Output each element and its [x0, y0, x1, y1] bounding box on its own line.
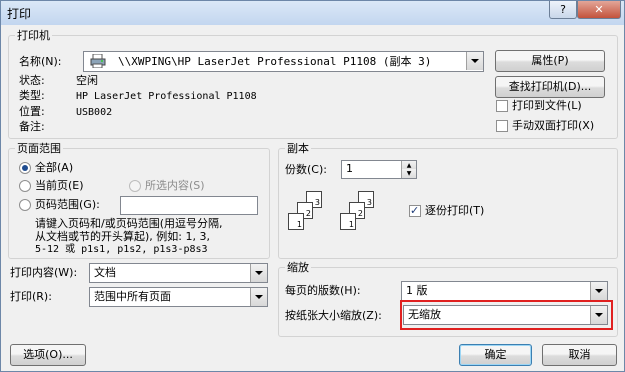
- print-dialog: 打印 ? ✕ 打印机 名称(N): \\XWPING\HP LaserJet P…: [0, 0, 625, 372]
- pages-per-sheet-value: 1 版: [406, 284, 428, 297]
- pages-per-sheet-dropdown-arrow[interactable]: [590, 282, 607, 300]
- range-all-label[interactable]: 全部(A): [35, 161, 73, 175]
- scale-to-paper-label: 按纸张大小缩放(Z):: [285, 309, 382, 322]
- stack-b-page-1: 1: [340, 213, 356, 230]
- pages-per-sheet-select[interactable]: 1 版: [401, 281, 608, 301]
- pages-per-sheet-label: 每页的版数(H):: [285, 284, 361, 297]
- print-range-select[interactable]: 范围中所有页面: [89, 287, 268, 307]
- printer-name-select[interactable]: \\XWPING\HP LaserJet Professional P1108 …: [83, 51, 484, 72]
- range-current-label[interactable]: 当前页(E): [35, 179, 84, 193]
- print-range-dropdown-arrow[interactable]: [250, 288, 267, 306]
- print-what-label: 打印内容(W):: [10, 266, 78, 279]
- range-pages-label[interactable]: 页码范围(G):: [35, 198, 100, 212]
- print-to-file-label[interactable]: 打印到文件(L): [512, 99, 582, 113]
- location-label: 位置:: [19, 105, 45, 118]
- type-value: HP LaserJet Professional P1108: [76, 91, 257, 102]
- highlight-box: [400, 300, 613, 330]
- print-what-value: 文档: [94, 266, 116, 279]
- printer-group-label: 打印机: [15, 29, 52, 42]
- range-all-radio[interactable]: [19, 162, 31, 174]
- status-value: 空闲: [76, 74, 98, 87]
- stack-a-page-1: 1: [288, 213, 304, 230]
- page-range-help-line-1: 请键入页码和/或页码范围(用逗号分隔,: [35, 217, 223, 230]
- print-to-file-checkbox[interactable]: [496, 100, 508, 112]
- options-button[interactable]: 选项(O)...: [10, 344, 86, 366]
- page-range-help-line-3: 5-12 或 p1s1, p1s2, p1s3-p8s3: [35, 244, 208, 255]
- page-range-group-label: 页面范围: [15, 142, 63, 155]
- print-range-label: 打印(R):: [10, 290, 52, 303]
- spinner-down-icon[interactable]: ▼: [401, 169, 416, 178]
- help-button[interactable]: ?: [549, 1, 577, 19]
- close-button[interactable]: ✕: [577, 1, 621, 19]
- cancel-button[interactable]: 取消: [542, 344, 617, 366]
- find-printer-button[interactable]: 查找打印机(D)...: [495, 76, 605, 98]
- print-what-dropdown-arrow[interactable]: [250, 264, 267, 282]
- print-what-select[interactable]: 文档: [89, 263, 268, 283]
- comment-label: 备注:: [19, 120, 45, 133]
- page-range-input[interactable]: [120, 196, 258, 215]
- status-label: 状态:: [19, 74, 45, 87]
- printer-icon: [90, 53, 106, 69]
- manual-duplex-checkbox[interactable]: [496, 120, 508, 132]
- copies-count-spinner[interactable]: 1 ▲ ▼: [341, 160, 417, 179]
- collate-checkbox[interactable]: [409, 204, 421, 217]
- printer-name-value: \\XWPING\HP LaserJet Professional P1108 …: [118, 55, 432, 68]
- zoom-group-label: 缩放: [285, 261, 311, 274]
- range-pages-radio[interactable]: [19, 199, 31, 211]
- copies-group-label: 副本: [285, 142, 311, 155]
- copies-count-label: 份数(C):: [285, 163, 327, 176]
- window-title: 打印: [7, 7, 32, 21]
- printer-name-label: 名称(N):: [19, 55, 62, 68]
- copies-count-value: 1: [346, 162, 353, 175]
- range-selection-radio: [129, 180, 141, 192]
- location-value: USB002: [76, 107, 113, 118]
- title-bar: 打印 ? ✕: [1, 1, 624, 25]
- type-label: 类型:: [19, 89, 45, 102]
- print-range-value: 范围中所有页面: [94, 290, 171, 303]
- manual-duplex-label[interactable]: 手动双面打印(X): [512, 119, 594, 133]
- range-selection-label: 所选内容(S): [145, 179, 205, 192]
- collate-label[interactable]: 逐份打印(T): [425, 204, 484, 218]
- printer-name-dropdown-arrow[interactable]: [466, 52, 483, 70]
- range-current-radio[interactable]: [19, 180, 31, 192]
- page-range-help-line-2: 从文档或节的开头算起), 例如: 1, 3,: [35, 230, 210, 243]
- ok-button[interactable]: 确定: [459, 344, 532, 366]
- properties-button[interactable]: 属性(P): [495, 50, 605, 72]
